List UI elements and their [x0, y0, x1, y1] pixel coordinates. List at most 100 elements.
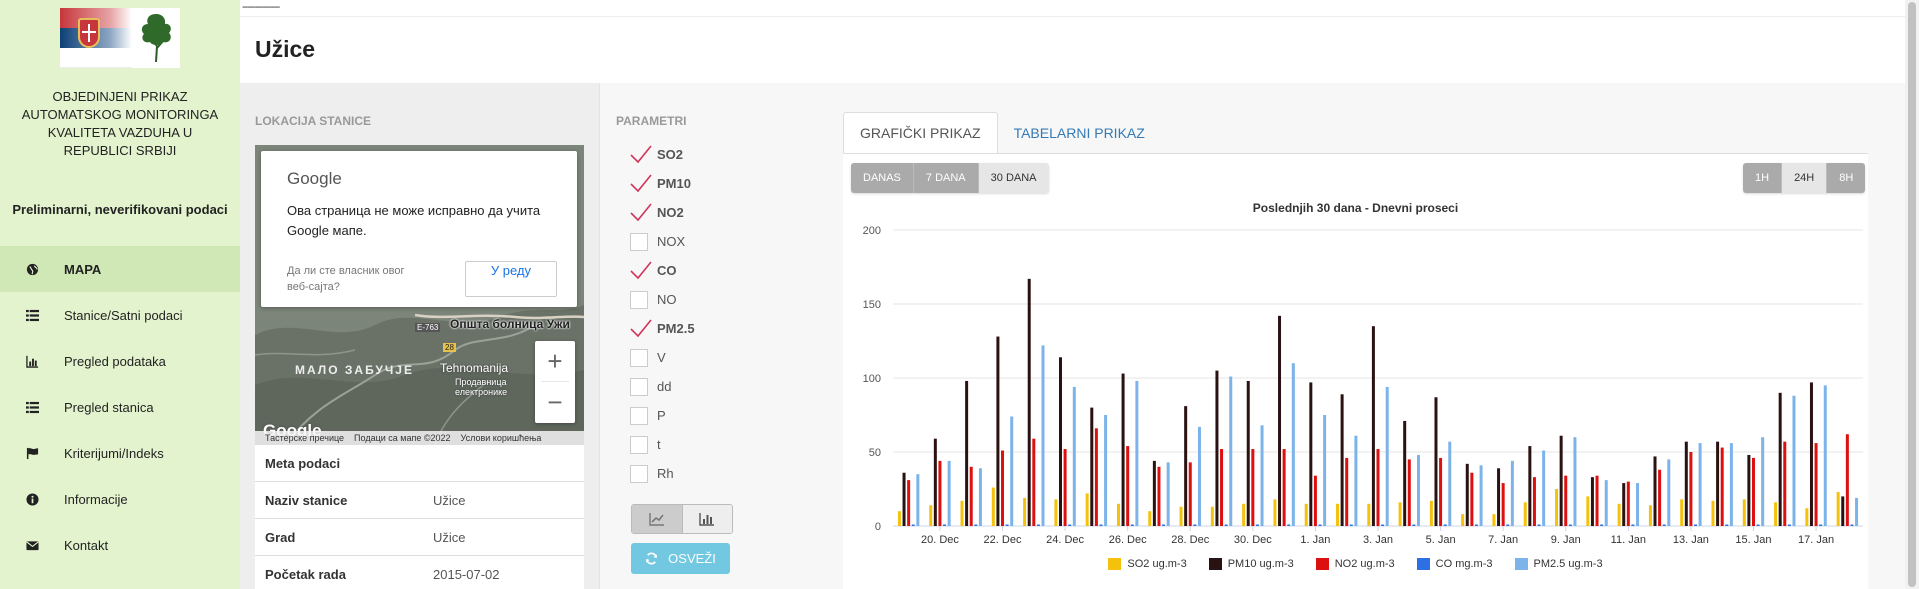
map-shortcuts-link[interactable]: Тастерске пречице	[265, 433, 344, 443]
parameter-item[interactable]: P	[630, 401, 695, 430]
interval-24h-button[interactable]: 24H	[1782, 163, 1828, 193]
parameter-item[interactable]: Rh	[630, 459, 695, 488]
checkbox-checked[interactable]	[630, 318, 652, 338]
parameter-item[interactable]: NOX	[630, 227, 695, 256]
bar-pm10-25	[1684, 441, 1688, 526]
bar-so2-15	[1367, 503, 1371, 526]
legend-label: CO mg.m-3	[1435, 558, 1493, 570]
scrollbar-thumb[interactable]	[1908, 2, 1916, 587]
bar-co-28	[1787, 524, 1791, 526]
checkbox[interactable]	[630, 435, 648, 454]
parameter-item[interactable]: CO	[630, 256, 695, 285]
bar-pm25-24	[1667, 459, 1671, 526]
bar-pm25-13	[1323, 415, 1327, 526]
bar-so2-16	[1398, 502, 1402, 526]
parameter-item[interactable]: t	[630, 430, 695, 459]
bar-no2-9	[1188, 462, 1192, 526]
refresh-button[interactable]: OSVEŽI	[631, 543, 730, 574]
bar-so2-1	[929, 505, 933, 526]
legend-label: PM2.5 ug.m-3	[1533, 558, 1603, 570]
parameter-label: P	[657, 408, 666, 423]
interval-8h-button[interactable]: 8H	[1827, 163, 1866, 193]
bar-pm10-0	[902, 472, 906, 526]
bar-so2-9	[1179, 506, 1183, 526]
bar-co-8	[1162, 524, 1166, 526]
line-chart-button[interactable]	[632, 505, 682, 533]
sidebar-item-pregled-podataka[interactable]: Pregled podataka	[0, 338, 240, 384]
parameter-item[interactable]: NO	[630, 285, 695, 314]
checkbox[interactable]	[630, 377, 648, 396]
table-row: Naziv stanice Užice	[255, 482, 584, 519]
legend-swatch	[1208, 558, 1222, 570]
zoom-in-button[interactable]: +	[535, 341, 575, 381]
map-terms-link[interactable]: Услови коришћења	[461, 433, 542, 443]
parameters-label: PARAMETRI	[616, 114, 687, 128]
bar-so2-20	[1523, 502, 1527, 526]
checkmark-icon	[630, 144, 652, 163]
parameter-item[interactable]: PM10	[630, 169, 695, 198]
header-divider	[240, 16, 1905, 17]
bar-co-27	[1756, 524, 1760, 526]
checkbox-checked[interactable]	[630, 144, 652, 164]
sidebar-subtitle: Preliminarni, neverifikovani podaci	[12, 202, 228, 217]
parameter-label: dd	[657, 379, 672, 394]
x-tick-label: 3. Jan	[1363, 534, 1393, 546]
tab-tabelarni-prikaz[interactable]: TABELARNI PRIKAZ	[998, 112, 1161, 154]
checkbox-checked[interactable]	[630, 173, 652, 193]
sidebar-item-informacije[interactable]: Informacije	[0, 476, 240, 522]
range-7-dana-button[interactable]: 7 DANA	[913, 163, 979, 193]
checkbox-checked[interactable]	[630, 260, 652, 280]
parameter-item[interactable]: SO2	[630, 140, 695, 169]
bar-pm10-28	[1778, 392, 1782, 526]
parameter-label: V	[657, 350, 666, 365]
sidebar-item-kontakt[interactable]: Kontakt	[0, 522, 240, 568]
sidebar-title: OBJEDINJENI PRIKAZ AUTOMATSKOG MONITORIN…	[21, 89, 219, 158]
sidebar-item-stanice-satni-podaci[interactable]: Stanice/Satni podaci	[0, 292, 240, 338]
parameter-item[interactable]: PM2.5	[630, 314, 695, 343]
refresh-label: OSVEŽI	[668, 551, 716, 566]
bar-pm10-27	[1747, 454, 1751, 526]
google-ok-button[interactable]: У реду	[465, 261, 557, 297]
bar-co-11	[1255, 524, 1259, 526]
interval-1h-button[interactable]: 1H	[1743, 163, 1783, 193]
range-30-dana-button[interactable]: 30 DANA	[978, 163, 1049, 193]
tab-graficki-prikaz[interactable]: GRAFIČKI PRIKAZ	[843, 112, 998, 154]
parameter-item[interactable]: dd	[630, 372, 695, 401]
bar-so2-19	[1492, 514, 1496, 526]
bar-chart-button[interactable]	[681, 505, 732, 533]
checkbox[interactable]	[630, 232, 648, 251]
legend-item[interactable]: CO mg.m-3	[1416, 558, 1493, 570]
legend-item[interactable]: SO2 ug.m-3	[1108, 558, 1187, 570]
legend-item[interactable]: PM10 ug.m-3	[1208, 558, 1294, 570]
bar-no2-27	[1751, 457, 1755, 526]
page-scrollbar[interactable]	[1905, 0, 1919, 589]
map[interactable]: E-763 Општа болница Ужи 28 МАЛО ЗАБУЧЈЕ …	[255, 145, 584, 445]
bar-no2-0	[907, 480, 911, 526]
checkbox[interactable]	[630, 348, 648, 367]
bar-no2-8	[1157, 466, 1161, 526]
zoom-out-button[interactable]: −	[535, 382, 575, 422]
map-footer: Тастерске пречице Подаци са мапе ©2022 У…	[255, 431, 584, 445]
bar-so2-28	[1774, 502, 1778, 526]
sidebar-item-kriterijumi-indeks[interactable]: Kriterijumi/Indeks	[0, 430, 240, 476]
legend-item[interactable]: NO2 ug.m-3	[1315, 558, 1395, 570]
map-area-label: МАЛО ЗАБУЧЈЕ	[295, 363, 414, 377]
sidebar-item-label: Stanice/Satni podaci	[64, 307, 183, 323]
sidebar-item-mapa[interactable]: MAPA	[0, 246, 240, 292]
bar-pm10-16	[1403, 420, 1407, 526]
checkbox-checked[interactable]	[630, 202, 652, 222]
bar-pm25-4	[1041, 345, 1045, 526]
checkbox[interactable]	[630, 290, 648, 309]
oak-tree-icon	[141, 14, 171, 63]
checkbox[interactable]	[630, 406, 648, 425]
chart-title: Poslednjih 30 dana - Dnevni proseci	[1252, 201, 1459, 215]
legend-item[interactable]: PM2.5 ug.m-3	[1514, 558, 1603, 570]
parameter-item[interactable]: V	[630, 343, 695, 372]
sidebar-item-pregled-stanica[interactable]: Pregled stanica	[0, 384, 240, 430]
x-tick-label: 28. Dec	[1171, 534, 1209, 546]
bar-so2-17	[1429, 500, 1433, 526]
range-danas-button[interactable]: DANAS	[851, 163, 914, 193]
parameter-item[interactable]: NO2	[630, 198, 695, 227]
location-label: LOKACIJA STANICE	[255, 114, 372, 128]
checkbox[interactable]	[630, 464, 648, 483]
